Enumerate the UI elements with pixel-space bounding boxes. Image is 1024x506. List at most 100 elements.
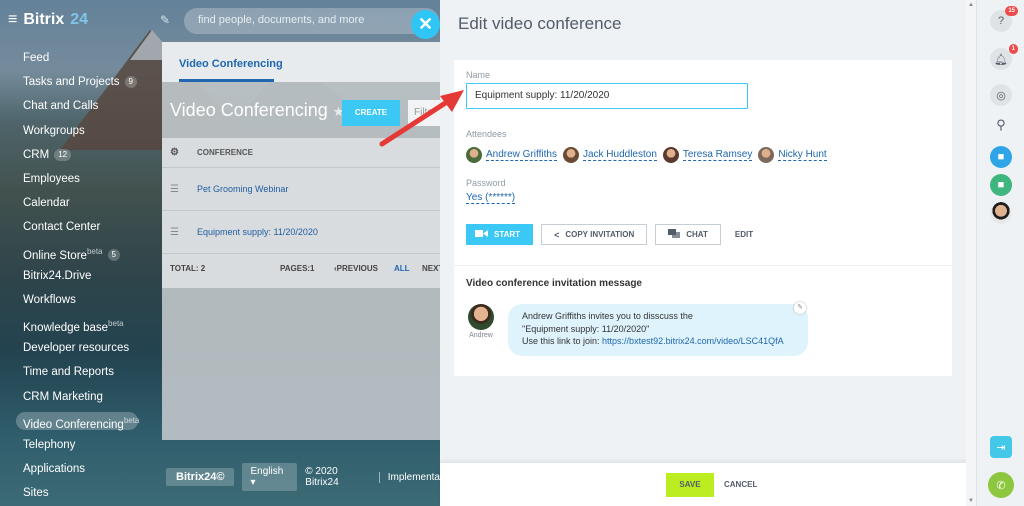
scrollbar[interactable]: ▲ ▼ (966, 0, 976, 506)
sidebar-item[interactable]: Chat and Calls (0, 94, 160, 118)
footer-brand[interactable]: Bitrix24© (166, 468, 235, 486)
attendee-name[interactable]: Nicky Hunt (778, 149, 827, 161)
sidebar-item-label: Tasks and Projects (23, 76, 120, 89)
sidebar-item[interactable]: Applications (0, 457, 160, 481)
search-input[interactable]: find people, documents, and more (184, 8, 439, 34)
row-menu-icon[interactable]: ☰ (170, 168, 179, 211)
page-number[interactable]: 1 (310, 254, 314, 284)
help-icon[interactable]: ? 15 (990, 6, 1018, 32)
video-call-icon[interactable]: ■ (990, 146, 1012, 168)
red-arrow-annotation (379, 90, 464, 147)
next-link[interactable]: NEXT (422, 254, 440, 284)
scroll-down-icon[interactable]: ▼ (966, 498, 976, 504)
help-badge: 15 (1005, 6, 1018, 16)
sidebar-item-label: CRM (23, 148, 50, 161)
footer: Bitrix24© English ▾ © 2020 Bitrix24 Impl… (166, 463, 440, 491)
logo-suffix: 24 (70, 11, 89, 28)
sidebar-item[interactable]: CRM 12 (0, 143, 160, 167)
language-select[interactable]: English ▾ (242, 463, 298, 491)
bubble-line: "Equipment supply: 11/20/2020" (522, 323, 650, 334)
edit-slider: Edit video conference Name Equipment sup… (440, 0, 976, 506)
video-call-green-icon[interactable]: ■ (990, 174, 1012, 196)
edit-button[interactable]: EDIT (728, 224, 760, 245)
sidebar-item-label: Online Store (23, 249, 87, 262)
attendee[interactable]: Nicky Hunt (758, 147, 827, 163)
video-camera-icon (475, 229, 488, 240)
sidebar-item[interactable]: Sites (0, 481, 160, 505)
implementation-link[interactable]: Implementa (378, 471, 440, 483)
page-title: Video Conferencing ★ (170, 100, 345, 120)
sidebar-item[interactable]: Developer resources (0, 336, 160, 360)
join-link[interactable]: https://bxtest92.bitrix24.com/video/LSC4… (602, 336, 784, 346)
sidebar-item[interactable]: Knowledge basebeta (0, 312, 160, 336)
app-logo[interactable]: ≡ Bitrix 24 (8, 11, 88, 29)
password-toggle[interactable]: Yes (******) (466, 192, 516, 204)
tab-video-conferencing[interactable]: Video Conferencing (162, 42, 440, 82)
sidebar-item[interactable]: Workgroups (0, 119, 160, 143)
column-header-conference[interactable]: CONFERENCE (197, 148, 253, 157)
tab-underline (179, 79, 274, 82)
user-avatar[interactable] (990, 202, 1012, 224)
right-rail: ? 15 🔔︎ 1 ◎ ⚲ ■ ■ ⇥ ✆ (976, 0, 1024, 506)
exit-icon[interactable]: ⇥ (990, 436, 1012, 458)
sidebar-item[interactable]: Online Storebeta 5 (0, 240, 160, 264)
start-button[interactable]: START (466, 224, 534, 245)
sidebar-item[interactable]: Contact Center (0, 215, 160, 239)
copy-invitation-button[interactable]: < COPY INVITATION (541, 224, 648, 245)
sidebar-item[interactable]: Calendar (0, 191, 160, 215)
pencil-icon[interactable]: ✎ (160, 13, 170, 27)
table-footer: TOTAL: 2 PAGES: 1 ‹ PREVIOUS ALL NEXT (162, 254, 440, 284)
sidebar-item[interactable]: Telephony (0, 433, 160, 457)
attendee-name[interactable]: Jack Huddleston (582, 149, 657, 161)
attendee[interactable]: Jack Huddleston (562, 147, 657, 163)
table-row[interactable]: ☰ Pet Grooming Webinar (162, 168, 440, 211)
sidebar-item[interactable]: Tasks and Projects 9 (0, 70, 160, 94)
bubble-line: Use this link to join: https://bxtest92.… (522, 336, 784, 346)
chat-button[interactable]: CHAT (655, 224, 721, 245)
sidebar-item[interactable]: Time and Reports (0, 360, 160, 384)
table-row[interactable]: ☰ Equipment supply: 11/20/2020 (162, 211, 440, 254)
password-label: Password (466, 178, 506, 188)
phone-icon[interactable]: ✆ (988, 472, 1014, 498)
row-menu-icon[interactable]: ☰ (170, 211, 179, 254)
cancel-button[interactable]: CANCEL (724, 473, 757, 497)
row-title[interactable]: Pet Grooming Webinar (197, 184, 288, 194)
gear-icon[interactable]: ⚙ (170, 138, 179, 168)
search-icon[interactable]: ⚲ (990, 114, 1012, 136)
menu-icon[interactable]: ≡ (8, 11, 17, 29)
sidebar-item-label: Workflows (23, 293, 76, 306)
attendee[interactable]: Teresa Ramsey (662, 147, 753, 163)
sidebar-item-label: Knowledge base (23, 321, 109, 334)
sidebar-item[interactable]: Employees (0, 167, 160, 191)
name-field[interactable]: Equipment supply: 11/20/2020 (466, 83, 748, 109)
sidebar-item[interactable]: Feed (0, 46, 160, 70)
close-icon[interactable]: ✕ (411, 10, 440, 39)
action-buttons: START < COPY INVITATION CHAT EDIT (466, 224, 760, 245)
attendee-name[interactable]: Andrew Griffiths (486, 149, 557, 161)
slider-title: Edit video conference (458, 14, 622, 33)
attendee-name[interactable]: Teresa Ramsey (682, 149, 753, 161)
edit-message-icon[interactable]: ✎ (794, 302, 806, 314)
share-icon: < (554, 229, 560, 240)
sidebar-item[interactable]: CRM Marketing (0, 385, 160, 409)
sidebar-item[interactable]: Video Conferencingbeta (0, 409, 160, 433)
background-app: ≡ Bitrix 24 ✎ find people, documents, and… (0, 0, 440, 506)
sidebar-item-label: Applications (23, 463, 86, 476)
sidebar-item-count: 9 (124, 76, 137, 89)
sidebar-item[interactable]: Workflows (0, 288, 160, 312)
avatar (662, 147, 679, 163)
bell-icon[interactable]: 🔔︎ 1 (990, 44, 1018, 70)
avatar (562, 147, 579, 163)
sidebar-item-label: Video Conferencing (23, 418, 124, 431)
row-title[interactable]: Equipment supply: 11/20/2020 (197, 227, 318, 237)
sidebar-item-label: Time and Reports (23, 366, 114, 379)
attendees-list: Andrew Griffiths Jack Huddleston Teresa Ra… (466, 147, 827, 163)
all-link[interactable]: ALL (394, 254, 410, 284)
previous-link[interactable]: ‹ PREVIOUS (334, 254, 378, 284)
attendee[interactable]: Andrew Griffiths (466, 147, 557, 163)
chat-icon[interactable]: ◎ (990, 84, 1012, 106)
save-button[interactable]: SAVE (666, 473, 714, 497)
sidebar-item[interactable]: Bitrix24.Drive (0, 264, 160, 288)
scroll-up-icon[interactable]: ▲ (966, 2, 976, 8)
sidebar-item-label: Employees (23, 172, 80, 185)
